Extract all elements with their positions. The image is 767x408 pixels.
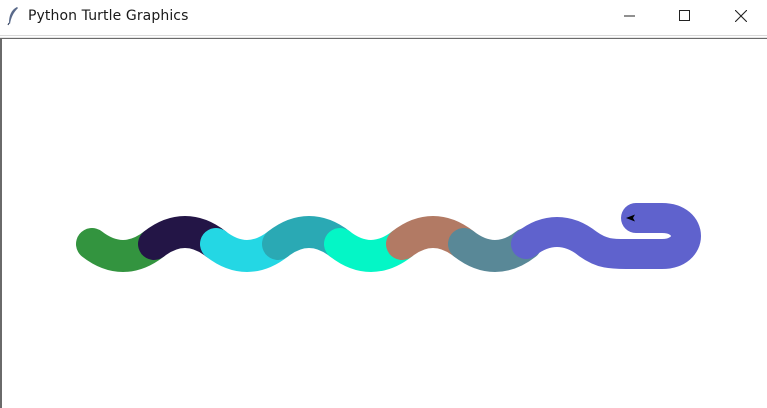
turtle-window: Python Turtle Graphics [0, 0, 767, 408]
title-separator [0, 35, 767, 36]
maximize-button[interactable] [662, 0, 708, 32]
maximize-icon [679, 10, 690, 21]
feather-icon [7, 7, 18, 26]
title-bar[interactable]: Python Turtle Graphics [0, 0, 767, 34]
minimize-icon [624, 15, 635, 17]
close-button[interactable] [718, 0, 764, 32]
snake [76, 203, 701, 272]
snake-drawing [76, 203, 701, 272]
minimize-button[interactable] [607, 0, 653, 32]
snake-segment-8 [511, 203, 701, 269]
window-title: Python Turtle Graphics [28, 8, 189, 24]
close-icon [735, 10, 747, 22]
